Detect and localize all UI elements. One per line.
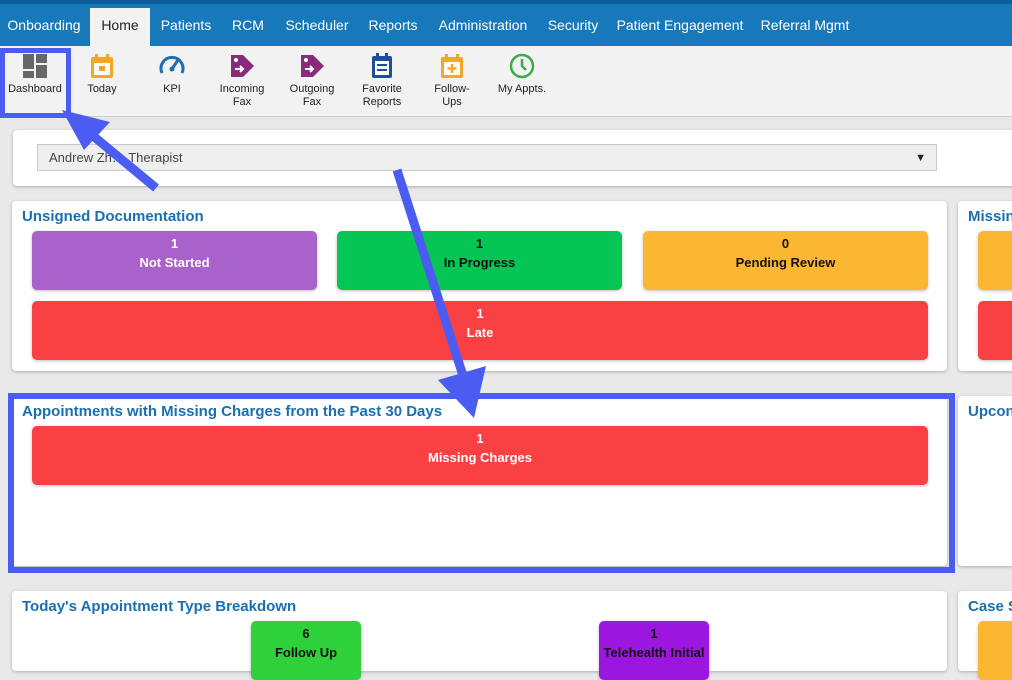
arrow-to-dashboard	[62, 110, 159, 192]
arrow-to-missing-charges	[392, 168, 486, 418]
annotation-arrows	[62, 110, 486, 418]
